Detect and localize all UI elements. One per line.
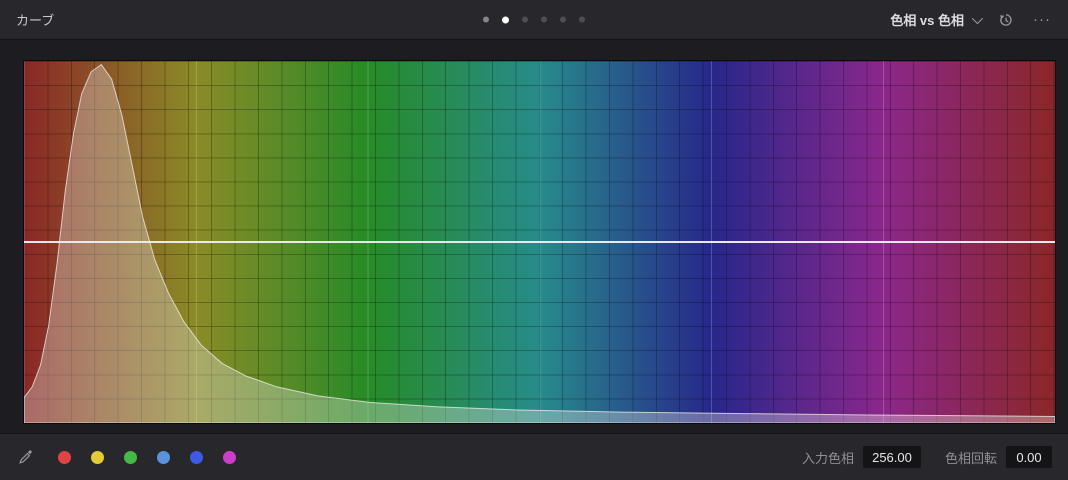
color-picker-button[interactable]: [16, 447, 36, 467]
hue-rotation-value[interactable]: [1006, 446, 1052, 468]
histogram-svg: [24, 63, 1055, 423]
history-icon: [999, 13, 1012, 26]
swatch-magenta[interactable]: [223, 450, 236, 464]
swatch-yellow[interactable]: [91, 450, 104, 464]
hue-rotation-field-group: 色相回転: [945, 446, 1052, 468]
curves-title-bar: カーブ 色相 vs 色相 ···: [0, 0, 1068, 40]
eyedropper-icon: [19, 450, 32, 464]
options-menu-button[interactable]: ···: [1032, 10, 1052, 30]
histogram-area: [24, 63, 1055, 423]
swatch-sky-blue[interactable]: [157, 450, 170, 464]
titlebar-right-cluster: 色相 vs 色相 ···: [890, 10, 1052, 30]
hue-vs-hue-curve-area[interactable]: [23, 60, 1056, 424]
page-dot-4[interactable]: [560, 16, 566, 23]
reset-history-button[interactable]: [996, 10, 1016, 30]
panel-title: カーブ: [16, 13, 55, 28]
page-dot-0[interactable]: [483, 16, 489, 23]
page-dot-3[interactable]: [541, 16, 547, 23]
curve-mode-dropdown[interactable]: 色相 vs 色相: [890, 10, 984, 29]
swatch-blue[interactable]: [190, 450, 203, 464]
chevron-down-icon: [971, 12, 984, 24]
input-hue-value[interactable]: [862, 446, 921, 468]
more-options-icon: ···: [1033, 11, 1051, 28]
curves-toolbar: 入力色相 色相回転: [0, 433, 1068, 480]
curve-swatches: [58, 450, 236, 464]
value-fields: 入力色相 色相回転: [802, 446, 1052, 468]
page-dot-5[interactable]: [579, 16, 585, 23]
hue-rotation-label: 色相回転: [944, 450, 997, 466]
curve-mode-label: 色相 vs 色相: [890, 13, 964, 28]
input-hue-label: 入力色相: [801, 450, 854, 466]
swatch-green[interactable]: [124, 450, 137, 464]
swatch-red[interactable]: [58, 450, 71, 464]
input-hue-field-group: 入力色相: [802, 446, 921, 468]
page-dot-1[interactable]: [502, 16, 509, 23]
page-dot-2[interactable]: [522, 16, 528, 23]
page-dots: [483, 16, 585, 23]
